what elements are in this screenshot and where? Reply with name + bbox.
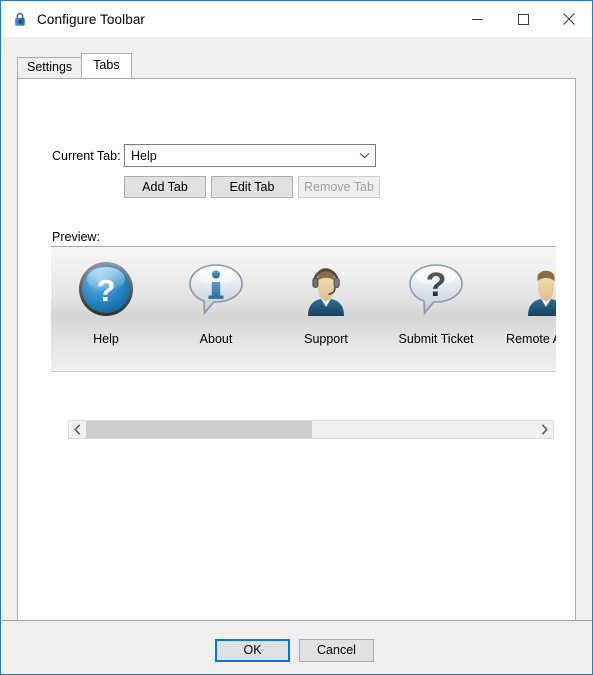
ok-button[interactable]: OK (215, 639, 290, 662)
current-tab-label: Current Tab: (52, 149, 121, 163)
title-bar: Configure Toolbar (1, 1, 592, 37)
configure-toolbar-dialog: Configure Toolbar Settings Tabs Current … (0, 0, 593, 675)
question-bubble-icon: ? (409, 264, 463, 316)
toolbar-item-label: Help (93, 332, 119, 346)
window-title: Configure Toolbar (37, 11, 146, 27)
toolbar-item-submit-ticket[interactable]: ? Submit Ticket (381, 260, 491, 346)
maximize-icon (517, 13, 529, 25)
add-tab-button[interactable]: Add Tab (124, 176, 206, 198)
toolbar-item-remote-assist[interactable]: Remote Assist (491, 260, 556, 346)
scrollbar-thumb[interactable] (86, 421, 312, 438)
toolbar-item-about[interactable]: About (161, 260, 271, 346)
remove-tab-button: Remove Tab (298, 176, 380, 198)
cancel-button[interactable]: Cancel (299, 639, 374, 662)
toolbar-item-help[interactable]: ? Help (51, 260, 161, 346)
tab-settings[interactable]: Settings (17, 57, 83, 78)
current-tab-select[interactable]: Help (124, 144, 376, 167)
tab-tabs[interactable]: Tabs (81, 53, 132, 78)
toolbar-item-label: Support (304, 332, 348, 346)
chevron-right-icon (541, 424, 548, 435)
close-button[interactable] (546, 1, 592, 37)
toolbar-item-label: Submit Ticket (398, 332, 474, 346)
tab-action-buttons: Add Tab Edit Tab Remove Tab (124, 176, 380, 198)
minimize-button[interactable] (454, 1, 500, 37)
question-circle-icon: ? (79, 262, 133, 316)
chevron-left-icon (74, 424, 81, 435)
preview-horizontal-scrollbar[interactable] (68, 420, 554, 439)
preview-label: Preview: (52, 230, 100, 244)
dialog-footer: OK Cancel (2, 621, 592, 674)
scroll-left-button[interactable] (69, 421, 86, 438)
edit-tab-button[interactable]: Edit Tab (211, 176, 293, 198)
lock-icon (15, 12, 25, 26)
current-tab-value: Help (131, 148, 157, 163)
tab-panel-tabs: Current Tab: Help Add Tab Edit Tab Remov… (17, 78, 576, 640)
toolbar-item-label: About (199, 332, 233, 346)
svg-text:?: ? (97, 273, 116, 308)
window-controls (454, 1, 592, 37)
info-bubble-icon (189, 264, 243, 316)
close-icon (563, 13, 575, 25)
toolbar-preview-strip: ? Help About Support ? Submit Ticket Rem… (51, 247, 556, 371)
scrollbar-track[interactable] (86, 421, 536, 438)
toolbar-item-support[interactable]: Support (271, 260, 381, 346)
footer-buttons: OK Cancel (215, 639, 374, 662)
toolbar-preview-panel: ? Help About Support ? Submit Ticket Rem… (51, 246, 556, 372)
tab-strip: Settings Tabs (17, 53, 132, 78)
chevron-down-icon (353, 152, 375, 159)
scroll-right-button[interactable] (536, 421, 553, 438)
svg-text:?: ? (426, 266, 447, 304)
minimize-icon (471, 18, 483, 20)
headset-person-icon (308, 268, 344, 316)
maximize-button[interactable] (500, 1, 546, 37)
toolbar-item-label: Remote Assist (506, 332, 556, 346)
person-icon (528, 270, 556, 316)
dialog-body: Settings Tabs Current Tab: Help Add Tab … (2, 37, 592, 640)
